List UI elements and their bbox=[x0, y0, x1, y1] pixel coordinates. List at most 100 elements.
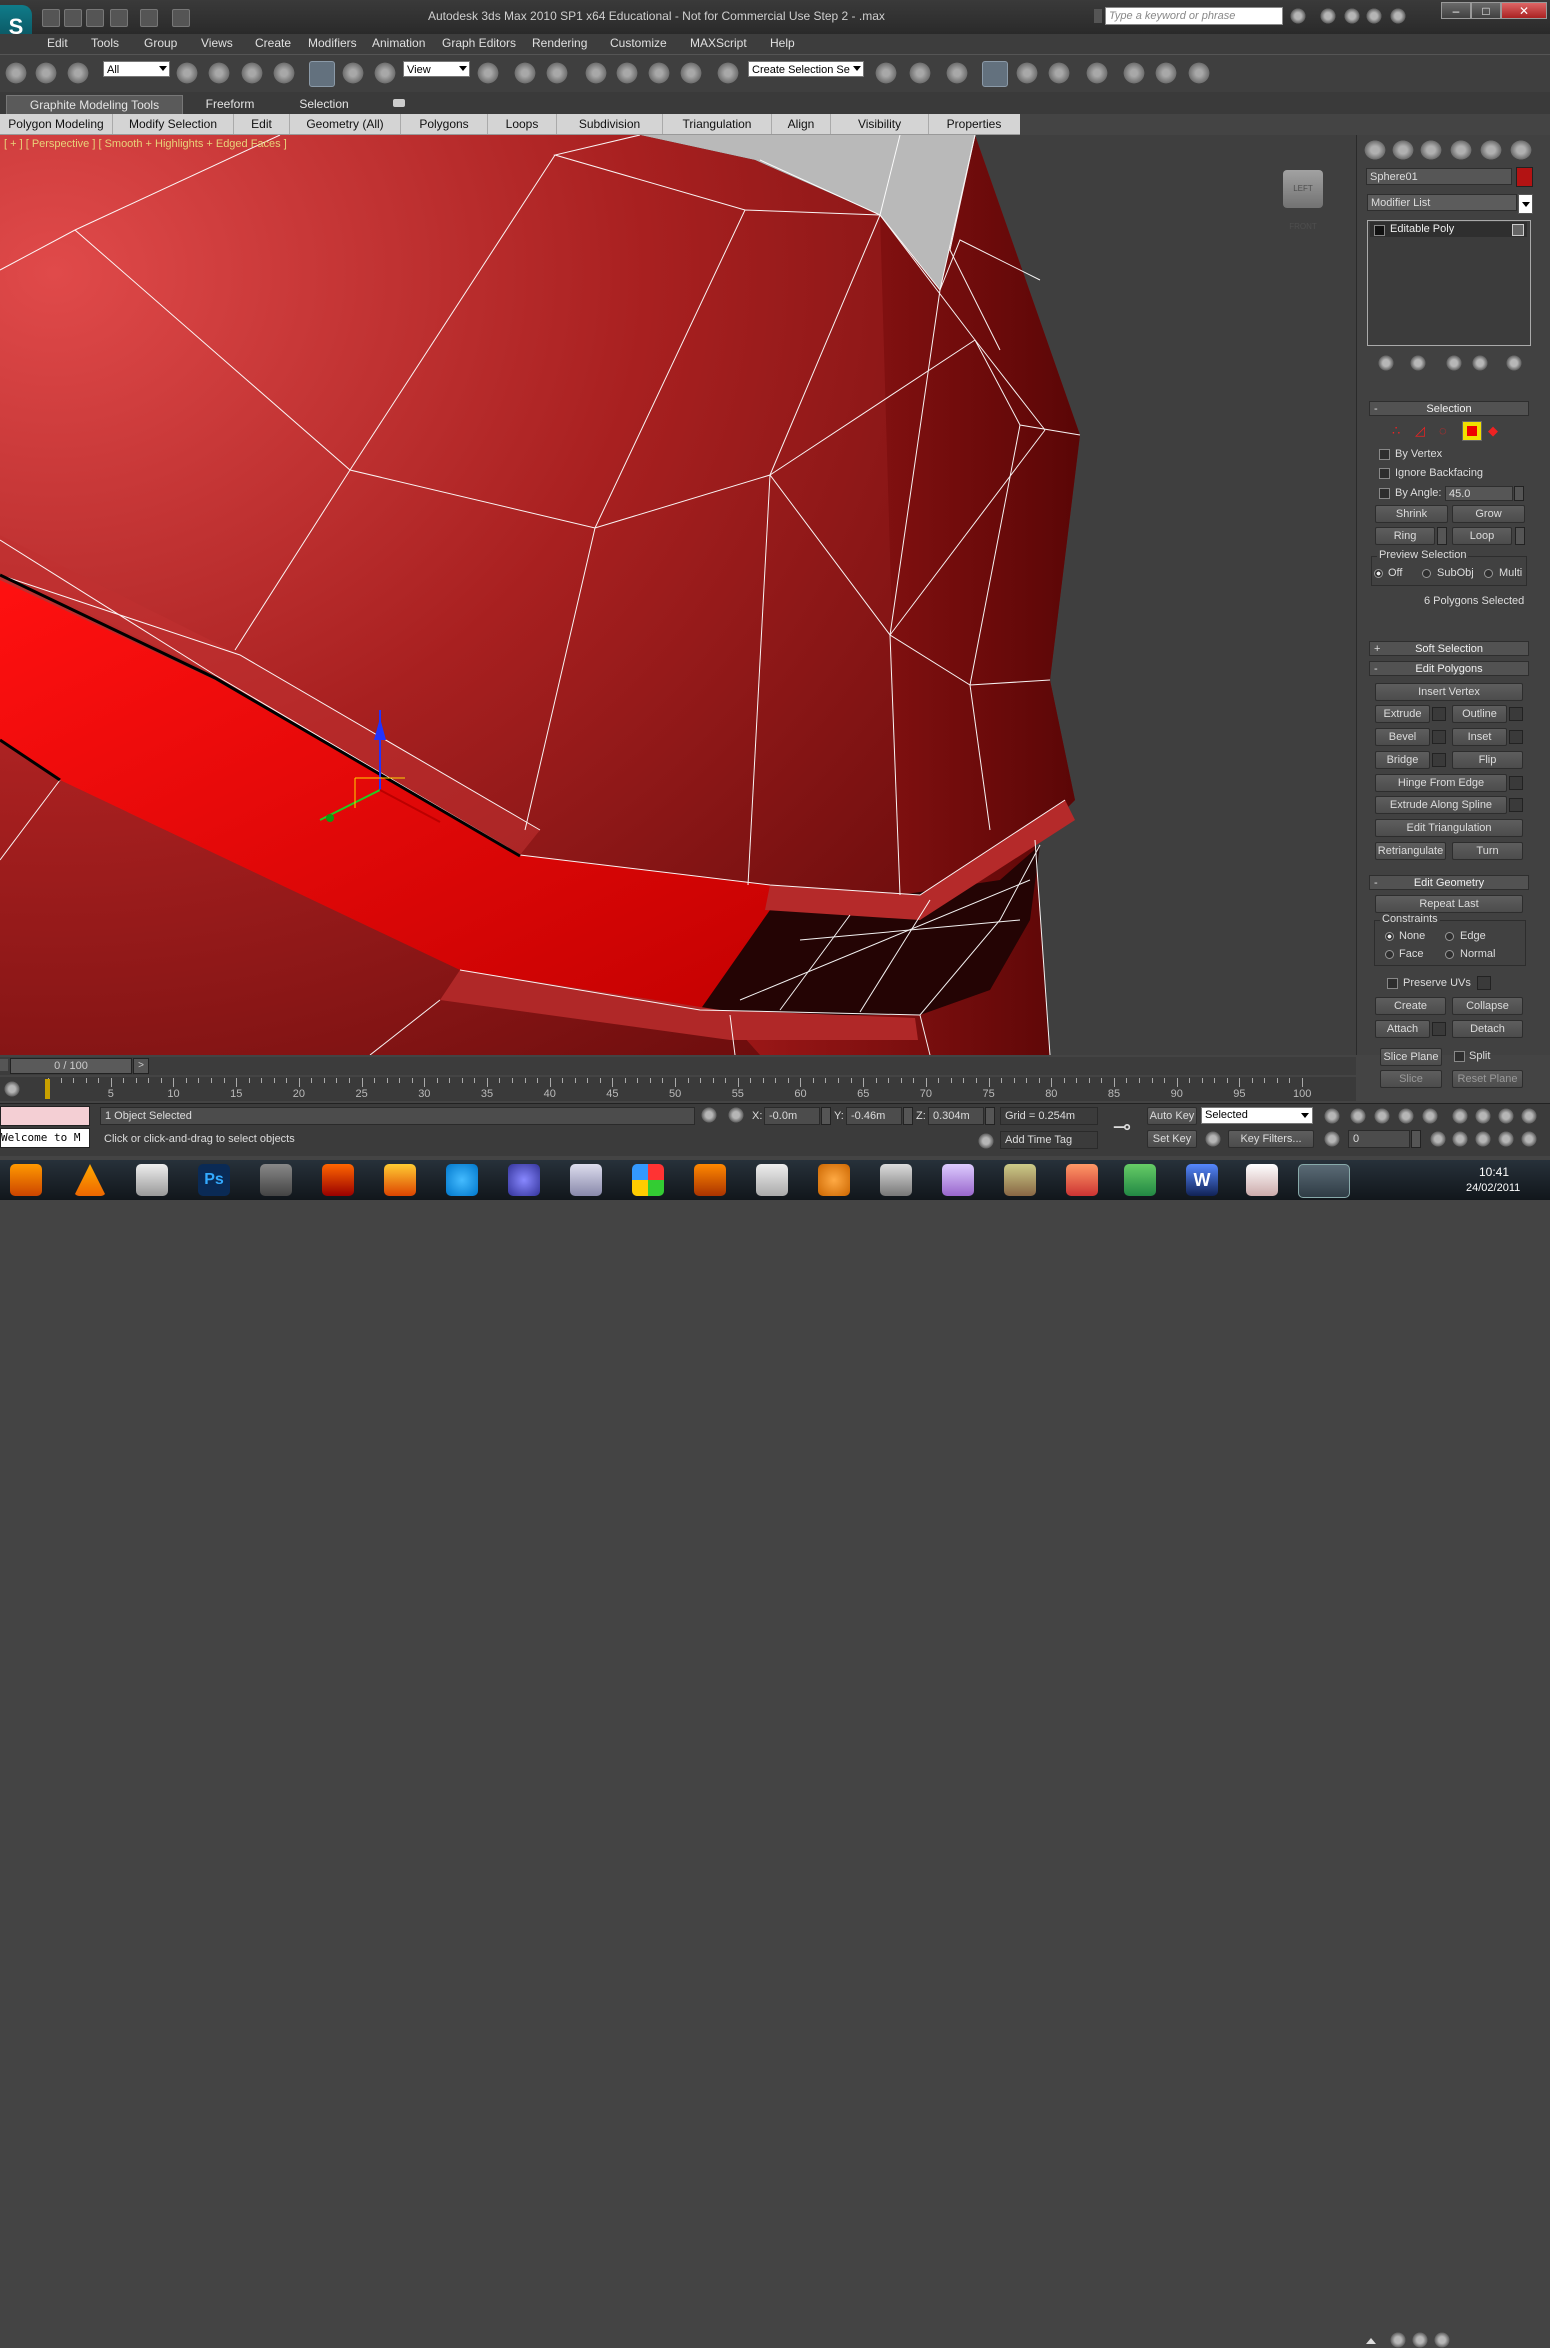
menu-edit[interactable]: Edit bbox=[47, 36, 68, 50]
play-icon[interactable] bbox=[1374, 1108, 1390, 1124]
show-end-result-icon[interactable] bbox=[1410, 355, 1426, 371]
tab-freeform[interactable]: Freeform bbox=[196, 95, 264, 113]
display-tab-icon[interactable] bbox=[1479, 139, 1503, 161]
by-angle-input[interactable]: 45.0 bbox=[1445, 486, 1513, 501]
selection-rollout-header[interactable]: - Selection bbox=[1369, 401, 1529, 416]
comic-icon[interactable] bbox=[942, 1164, 974, 1196]
select-by-name-icon[interactable] bbox=[207, 61, 231, 85]
render-production-icon[interactable] bbox=[1187, 61, 1211, 85]
tab-selection[interactable]: Selection bbox=[290, 95, 358, 113]
remove-modifier-icon[interactable] bbox=[1472, 355, 1488, 371]
unlink-selection-icon[interactable] bbox=[34, 61, 58, 85]
selection-lock-icon[interactable] bbox=[701, 1107, 717, 1123]
mirror-icon[interactable] bbox=[874, 61, 898, 85]
chart-tool-icon[interactable] bbox=[756, 1164, 788, 1196]
spinner-snap-icon[interactable] bbox=[679, 61, 703, 85]
ignore-backfacing-checkbox[interactable] bbox=[1379, 468, 1390, 479]
zoom-extents-all-icon[interactable] bbox=[1521, 1108, 1537, 1124]
save-icon[interactable] bbox=[86, 9, 104, 27]
loop-spinner[interactable] bbox=[1515, 527, 1525, 545]
auto-key-button[interactable]: Auto Key bbox=[1147, 1107, 1197, 1125]
inset-button[interactable]: Inset bbox=[1452, 728, 1507, 746]
edit-triangulation-button[interactable]: Edit Triangulation bbox=[1375, 819, 1523, 837]
reference-coordinate-dropdown[interactable]: View bbox=[403, 61, 470, 77]
photoshop-icon[interactable]: Ps bbox=[198, 1164, 230, 1196]
maximize-viewport-icon[interactable] bbox=[1521, 1131, 1537, 1147]
schematic-view-icon[interactable] bbox=[1047, 61, 1071, 85]
constraint-face-radio[interactable] bbox=[1385, 950, 1394, 959]
binoculars-icon[interactable] bbox=[1290, 8, 1306, 24]
ring-spinner[interactable] bbox=[1437, 527, 1447, 545]
current-frame-marker[interactable] bbox=[45, 1079, 50, 1099]
bevel-settings-icon[interactable] bbox=[1432, 730, 1446, 744]
undo-icon[interactable] bbox=[110, 9, 128, 27]
modifier-list-dropdown[interactable]: Modifier List bbox=[1367, 194, 1517, 211]
bevel-button[interactable]: Bevel bbox=[1375, 728, 1430, 746]
edit-geometry-rollout-header[interactable]: - Edit Geometry bbox=[1369, 875, 1529, 890]
stack-item-editable-poly[interactable]: Editable Poly bbox=[1370, 222, 1527, 237]
extrude-spline-settings-icon[interactable] bbox=[1509, 798, 1523, 812]
snaps-toggle-icon[interactable] bbox=[584, 61, 608, 85]
y-spinner[interactable] bbox=[903, 1107, 913, 1125]
vlc-icon[interactable] bbox=[74, 1164, 106, 1196]
select-and-scale-icon[interactable] bbox=[373, 61, 397, 85]
minimize-button[interactable]: – bbox=[1441, 2, 1471, 19]
attach-list-icon[interactable] bbox=[1432, 1022, 1446, 1036]
soft-selection-rollout-header[interactable]: + Soft Selection bbox=[1369, 641, 1529, 656]
key-filters-button[interactable]: Key Filters... bbox=[1228, 1130, 1314, 1148]
modify-tab-icon[interactable] bbox=[1391, 139, 1415, 161]
network-icon[interactable] bbox=[1412, 2332, 1428, 2348]
rectangular-selection-icon[interactable] bbox=[240, 61, 264, 85]
z-coordinate-input[interactable]: 0.304m bbox=[928, 1107, 984, 1125]
preview-multi-radio[interactable] bbox=[1484, 569, 1493, 578]
default-in-out-tangents-icon[interactable] bbox=[1205, 1131, 1221, 1147]
z-spinner[interactable] bbox=[985, 1107, 995, 1125]
sed-icon[interactable] bbox=[694, 1164, 726, 1196]
perspective-viewport[interactable] bbox=[0, 135, 1356, 1055]
viewcube-icon[interactable]: LEFT FRONT bbox=[1283, 170, 1323, 231]
panel-loops[interactable]: Loops bbox=[488, 114, 557, 134]
project-folder-icon[interactable] bbox=[172, 9, 190, 27]
panel-polygon-modeling[interactable]: Polygon Modeling bbox=[0, 114, 113, 134]
bind-to-space-warp-icon[interactable] bbox=[66, 61, 90, 85]
stack-item-toggle[interactable] bbox=[1512, 224, 1524, 236]
current-frame-input[interactable]: 0 bbox=[1348, 1130, 1410, 1148]
repeat-last-button[interactable]: Repeat Last bbox=[1375, 895, 1523, 913]
object-name-field[interactable]: Sphere01 bbox=[1366, 168, 1512, 185]
extrude-along-spline-button[interactable]: Extrude Along Spline bbox=[1375, 796, 1507, 814]
bridge-settings-icon[interactable] bbox=[1432, 753, 1446, 767]
edit-named-selection-icon[interactable] bbox=[716, 61, 740, 85]
inset-settings-icon[interactable] bbox=[1509, 730, 1523, 744]
select-and-move-icon[interactable] bbox=[309, 61, 335, 87]
time-slider-handle[interactable]: 0 / 100 bbox=[10, 1058, 132, 1074]
time-slider-track[interactable] bbox=[0, 1057, 1356, 1075]
panel-align[interactable]: Align bbox=[772, 114, 831, 134]
absolute-relative-mode-icon[interactable] bbox=[728, 1107, 744, 1123]
panel-visibility[interactable]: Visibility bbox=[831, 114, 929, 134]
constraint-none-radio[interactable] bbox=[1385, 932, 1394, 941]
pin-stack-icon[interactable] bbox=[1378, 355, 1394, 371]
object-color-swatch[interactable] bbox=[1516, 167, 1533, 187]
angle-spinner[interactable] bbox=[1514, 486, 1524, 501]
named-selection-dropdown[interactable]: Create Selection Se bbox=[748, 61, 864, 77]
preserve-uvs-settings-icon[interactable] bbox=[1477, 976, 1491, 990]
puzzle-icon[interactable] bbox=[1066, 1164, 1098, 1196]
scratch-icon[interactable] bbox=[818, 1164, 850, 1196]
tab-graphite-modeling-tools[interactable]: Graphite Modeling Tools bbox=[6, 95, 183, 114]
menu-tools[interactable]: Tools bbox=[91, 36, 119, 50]
windows-logo-icon[interactable] bbox=[632, 1164, 664, 1196]
menu-graph-editors[interactable]: Graph Editors bbox=[442, 36, 516, 50]
open-file-icon[interactable] bbox=[64, 9, 82, 27]
x-coordinate-input[interactable]: -0.0m bbox=[764, 1107, 820, 1125]
select-object-icon[interactable] bbox=[175, 61, 199, 85]
insert-vertex-button[interactable]: Insert Vertex bbox=[1375, 683, 1523, 701]
retriangulate-button[interactable]: Retriangulate bbox=[1375, 842, 1446, 860]
editor-icon[interactable] bbox=[880, 1164, 912, 1196]
y-coordinate-input[interactable]: -0.46m bbox=[846, 1107, 902, 1125]
infinity-icon[interactable] bbox=[508, 1164, 540, 1196]
polygon-mode-icon[interactable] bbox=[1462, 421, 1482, 441]
edit-polygons-rollout-header[interactable]: - Edit Polygons bbox=[1369, 661, 1529, 676]
material-editor-icon[interactable] bbox=[1085, 61, 1109, 85]
menu-views[interactable]: Views bbox=[201, 36, 233, 50]
tools-icon[interactable] bbox=[1004, 1164, 1036, 1196]
